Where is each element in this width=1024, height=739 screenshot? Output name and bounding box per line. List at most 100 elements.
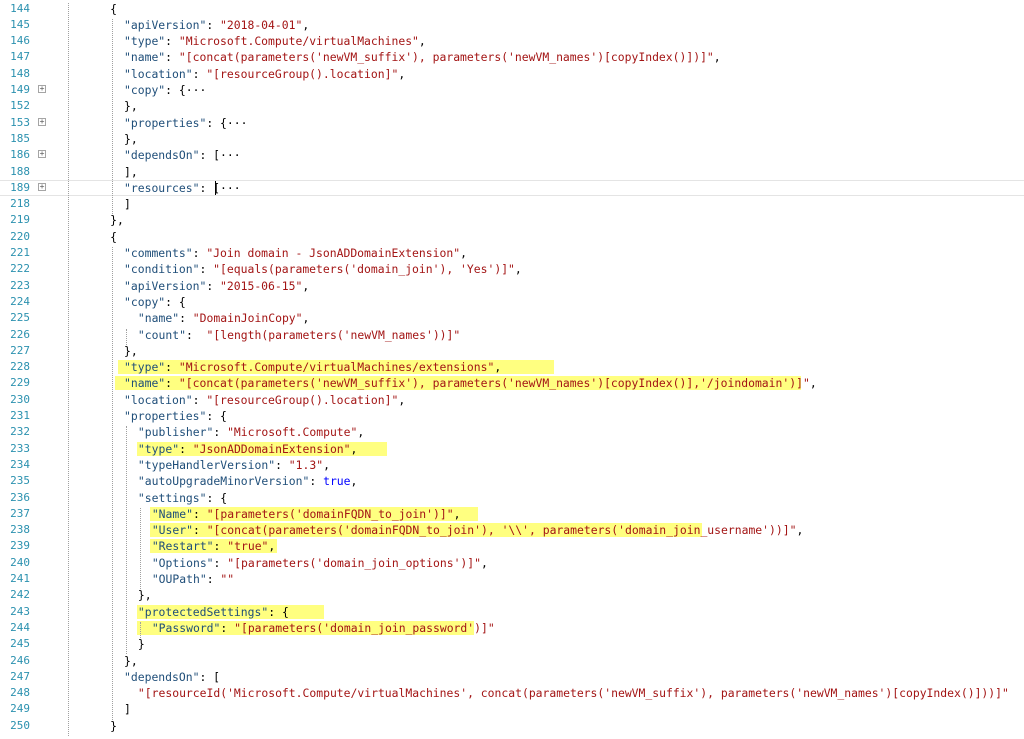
code-line[interactable]: 250} xyxy=(0,718,1024,734)
expand-fold-icon[interactable]: + xyxy=(38,85,46,93)
line-number: 247 xyxy=(10,669,30,683)
line-number: 147 xyxy=(10,50,30,64)
code-token: : xyxy=(192,392,207,407)
code-text: }, xyxy=(110,212,124,228)
code-line[interactable]: 225 "name": "DomainJoinCopy", xyxy=(0,310,1024,326)
code-line[interactable]: 220 { xyxy=(0,229,1024,245)
code-line[interactable]: 237 "Name": "[parameters('domainFQDN_to_j… xyxy=(0,506,1024,522)
code-token: "[resourceId('Microsoft.Compute/virtualM… xyxy=(137,686,1009,701)
code-line[interactable]: 227}, xyxy=(0,343,1024,359)
code-text: "type": "Microsoft.Compute/virtualMachin… xyxy=(124,359,501,375)
code-token: "settings" xyxy=(137,490,207,505)
code-line[interactable]: 147 "name": "[concat(parameters('newVM_su… xyxy=(0,49,1024,65)
code-token: , xyxy=(398,392,406,407)
code-token: : xyxy=(206,572,221,586)
code-line[interactable]: 223 "apiVersion": "2015-06-15", xyxy=(0,278,1024,294)
code-line[interactable]: 248 "[resourceId('Microsoft.Compute/virtu… xyxy=(0,685,1024,701)
code-line[interactable]: 221 "comments": "Join domain - JsonADDoma… xyxy=(0,245,1024,261)
code-token: : xyxy=(179,311,193,326)
code-line[interactable]: 230 "location": "[resourceGroup().locatio… xyxy=(0,392,1024,408)
code-line[interactable]: 238 "User": "[concat(parameters('domainFQ… xyxy=(0,522,1024,538)
code-token: "dependsOn" xyxy=(124,669,200,684)
line-number: 246 xyxy=(10,653,30,667)
code-line[interactable]: 249] xyxy=(0,701,1024,717)
code-text: { xyxy=(110,1,117,17)
code-token: "[length(parameters('newVM_names'))]" xyxy=(206,327,461,342)
code-text: "dependsOn": [··· xyxy=(124,147,241,163)
code-line[interactable]: 233 "type": "JsonADDomainExtension", xyxy=(0,441,1024,457)
code-token: "[parameters('domainFQDN_to_join')]" xyxy=(206,506,454,521)
code-token: "[resourceGroup().location]" xyxy=(206,66,399,81)
code-token: : xyxy=(213,555,228,570)
code-line[interactable]: 246}, xyxy=(0,653,1024,669)
code-text: }, xyxy=(138,587,152,603)
code-line[interactable]: 185}, xyxy=(0,131,1024,147)
code-token: : xyxy=(192,66,207,81)
code-token: , xyxy=(713,50,721,65)
code-text: { xyxy=(110,229,117,245)
code-line[interactable]: 232 "publisher": "Microsoft.Compute", xyxy=(0,424,1024,440)
code-line[interactable]: 145 "apiVersion": "2018-04-01", xyxy=(0,17,1024,33)
code-line[interactable]: 229 "name": "[concat(parameters('newVM_su… xyxy=(0,375,1024,391)
code-text: "apiVersion": "2015-06-15", xyxy=(124,278,309,294)
code-line[interactable]: 218] xyxy=(0,196,1024,212)
code-line[interactable]: 186 + "dependsOn": [··· xyxy=(0,147,1024,163)
code-line[interactable]: 240 "Options": "[parameters('domain_join_… xyxy=(0,555,1024,571)
code-line[interactable]: 153 + "properties": {··· xyxy=(0,115,1024,131)
code-token: : [ xyxy=(199,180,221,195)
code-line[interactable]: 239 "Restart": "true", xyxy=(0,538,1024,554)
code-line[interactable]: 188], xyxy=(0,164,1024,180)
expand-fold-icon[interactable]: + xyxy=(38,150,46,159)
line-number: 189 xyxy=(10,180,30,194)
code-editor[interactable]: 144 {145 "apiVersion": "2018-04-01", 146 "ty… xyxy=(0,0,1024,739)
code-token: "1.3" xyxy=(288,457,324,472)
code-line[interactable]: 146 "type": "Microsoft.Compute/virtualMac… xyxy=(0,33,1024,49)
line-number: 220 xyxy=(10,229,30,243)
code-line[interactable]: 243 "protectedSettings": { xyxy=(0,604,1024,620)
code-text: ], xyxy=(124,164,138,180)
line-number: 240 xyxy=(10,555,30,569)
code-line[interactable]: 148 "location": "[resourceGroup().locatio… xyxy=(0,66,1024,82)
expand-fold-icon[interactable]: + xyxy=(38,182,46,191)
code-token: : xyxy=(206,278,221,293)
code-token: "[concat(parameters('newVM_suffix'), par… xyxy=(178,50,714,65)
code-token: "apiVersion" xyxy=(124,278,207,293)
code-line[interactable]: 226 "count": "[length(parameters('newVM_n… xyxy=(0,327,1024,343)
code-text: } xyxy=(138,636,145,652)
code-line[interactable]: 231 "properties": { xyxy=(0,408,1024,424)
indent-guide xyxy=(126,328,128,345)
code-token: : xyxy=(165,50,179,65)
code-line[interactable]: 244 "Password": "[parameters('domain_join… xyxy=(0,620,1024,636)
code-token: , xyxy=(418,34,426,49)
code-line[interactable]: 234 "typeHandlerVersion": "1.3", xyxy=(0,457,1024,473)
code-line[interactable]: 242}, xyxy=(0,587,1024,603)
expand-fold-icon[interactable]: + xyxy=(38,117,46,126)
code-line[interactable]: 144 { xyxy=(0,1,1024,17)
code-token: , xyxy=(809,376,817,391)
line-number: 237 xyxy=(10,506,30,520)
code-line[interactable]: 228 "type": "Microsoft.Compute/virtualMac… xyxy=(0,359,1024,375)
code-text: "condition": "[equals(parameters('domain… xyxy=(124,261,522,277)
code-line[interactable]: 247 "dependsOn": [ xyxy=(0,669,1024,685)
code-text: "publisher": "Microsoft.Compute", xyxy=(138,424,364,440)
code-line[interactable]: 241 "OUPath": "" xyxy=(0,571,1024,587)
code-token: "protectedSettings" xyxy=(137,604,269,619)
code-line[interactable]: 189 + "resources": [··· xyxy=(0,180,1024,196)
code-token: "dependsOn" xyxy=(124,148,200,163)
code-line[interactable]: 245} xyxy=(0,636,1024,652)
code-token: "Microsoft.Compute/virtualMachines/exten… xyxy=(178,360,495,375)
code-line[interactable]: 149 + "copy": {··· xyxy=(0,82,1024,98)
code-line[interactable]: 236 "settings": { xyxy=(0,490,1024,506)
line-number: 152 xyxy=(10,99,30,113)
code-token: : xyxy=(165,376,179,391)
code-text: "name": "DomainJoinCopy", xyxy=(138,310,309,326)
code-line[interactable]: 224 "copy": { xyxy=(0,294,1024,310)
code-token: "OUPath" xyxy=(151,572,207,586)
code-line[interactable]: 222 "condition": "[equals(parameters('dom… xyxy=(0,261,1024,277)
line-number: 218 xyxy=(10,197,30,211)
code-token: "apiVersion" xyxy=(124,17,207,32)
code-line[interactable]: 219}, xyxy=(0,212,1024,228)
line-number: 146 xyxy=(10,34,30,48)
code-line[interactable]: 235 "autoUpgradeMinorVersion": true, xyxy=(0,473,1024,489)
code-line[interactable]: 152}, xyxy=(0,98,1024,114)
